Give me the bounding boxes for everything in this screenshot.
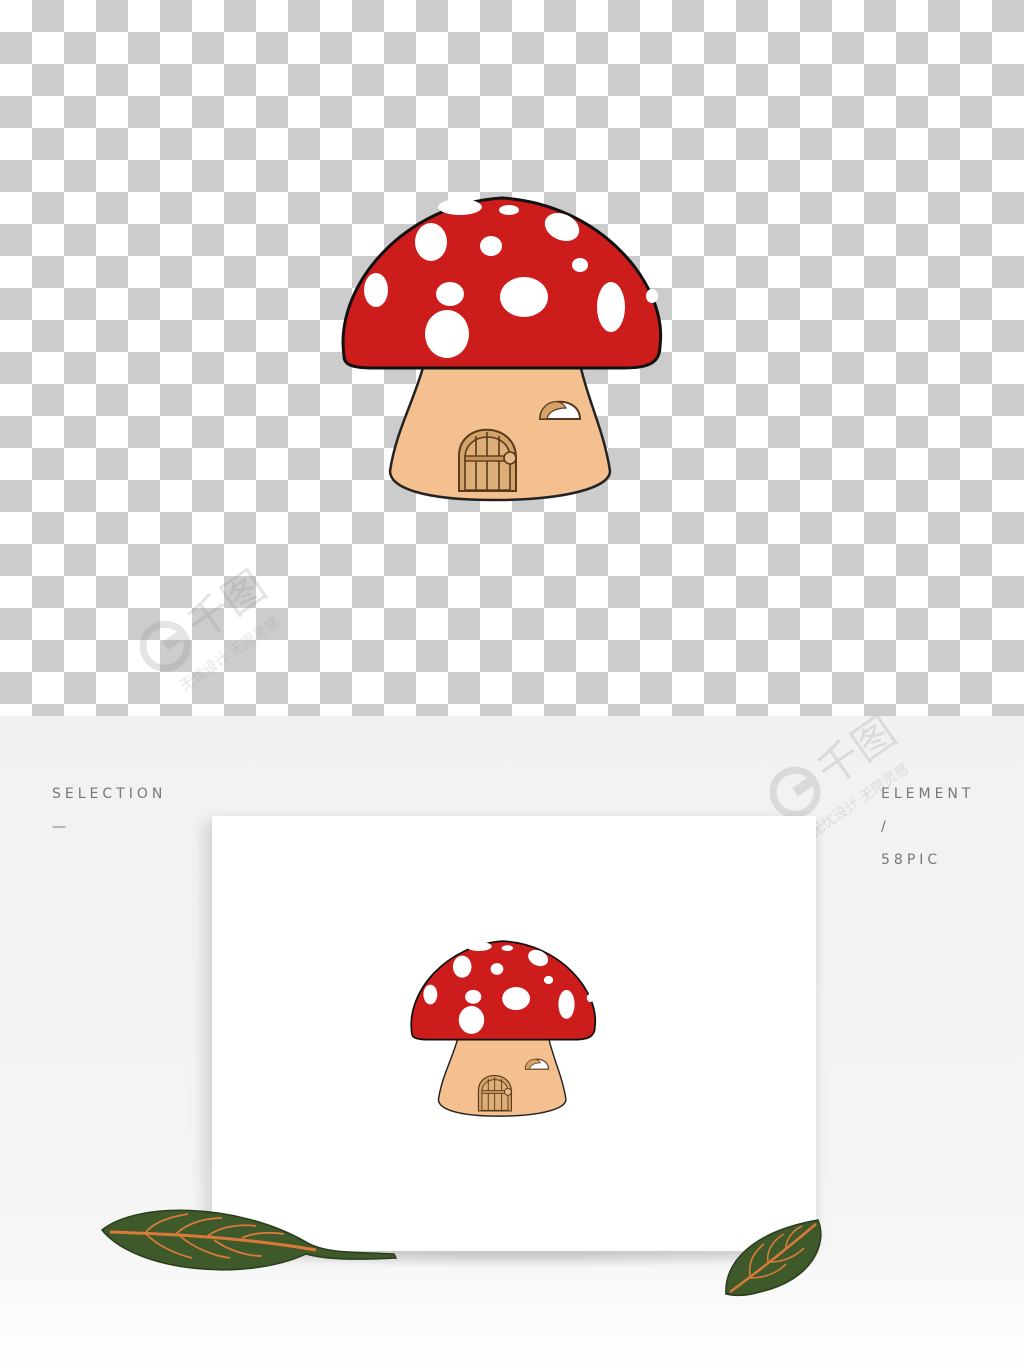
mockup-scene: SELECTION — ELEMENT / 58PIC 千图 无忧设计 无限灵感: [0, 716, 1024, 1369]
leaf-right-icon: [725, 1219, 822, 1297]
leaf-left-icon: [100, 1209, 398, 1271]
transparent-background: 千图 无忧设计 无限灵感: [0, 0, 1024, 716]
label-selection: SELECTION: [52, 786, 167, 802]
watermark-logo-icon: 千图 无忧设计 无限灵感: [139, 561, 282, 695]
label-dash: —: [52, 819, 70, 835]
display-card: [212, 816, 816, 1251]
label-brand: 58PIC: [881, 852, 942, 868]
mushroom-house-icon: [341, 196, 663, 502]
mushroom-house-icon: [410, 940, 597, 1118]
